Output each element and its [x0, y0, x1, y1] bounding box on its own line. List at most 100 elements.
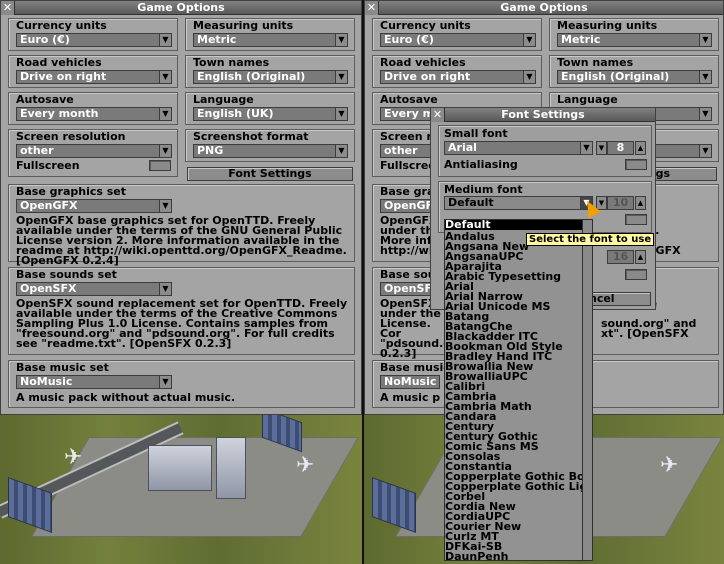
chevron-down-icon: ▼ — [335, 71, 347, 83]
cancel-button[interactable]: ncel — [585, 292, 651, 306]
fullscreen-toggle[interactable] — [149, 160, 171, 171]
small-font-panel: Small font Arial ▼ ▼ 8 ▲ Antialiasing — [438, 125, 652, 177]
town-dropdown[interactable]: English (Original) ▼ — [193, 70, 348, 84]
antialiasing-toggle[interactable] — [625, 159, 647, 170]
medium-antialias-toggle[interactable] — [625, 214, 647, 225]
chevron-down-icon: ▼ — [159, 145, 171, 157]
autosave-label: Autosave — [380, 93, 438, 106]
close-icon[interactable]: ✕ — [365, 1, 379, 15]
autosave-label: Autosave — [16, 93, 74, 106]
resolution-value: other — [20, 144, 54, 157]
town-label: Town names — [193, 56, 270, 69]
small-font-dropdown[interactable]: Arial ▼ — [444, 141, 593, 155]
font-dropdown-list[interactable]: Default Andalus Angsana New AngsanaUPC Apara… — [444, 219, 584, 561]
town-label: Town names — [557, 56, 634, 69]
small-size-increase[interactable]: ▲ — [635, 141, 646, 155]
resolution-label: Screen resolution — [16, 130, 126, 143]
road-panel: Road vehicles Drive on right ▼ — [372, 55, 542, 88]
list-scrollbar[interactable] — [582, 219, 593, 561]
terminal-building — [148, 445, 212, 491]
road-dropdown[interactable]: Drive on right ▼ — [16, 70, 172, 84]
town-panel: Town names English (Original) ▼ — [185, 55, 355, 88]
large-antialias-toggle[interactable] — [625, 269, 647, 280]
currency-dropdown[interactable]: Euro (€) ▼ — [380, 33, 536, 47]
large-size-value[interactable]: 16 — [607, 250, 634, 264]
chevron-down-icon: ▼ — [580, 142, 592, 154]
screenshot-label: Screenshot format — [193, 130, 309, 143]
autosave-panel: Autosave Every month ▼ — [8, 92, 178, 125]
large-size-increase[interactable]: ▲ — [635, 250, 646, 264]
font-list-item[interactable]: Default — [445, 220, 583, 230]
airplane-icon: ✈ — [64, 445, 83, 470]
measuring-panel: Measuring units Metric ▼ — [549, 18, 719, 51]
window-title[interactable]: Font Settings — [431, 108, 655, 122]
graphics-value: OpenGFX — [20, 199, 78, 212]
chevron-down-icon: ▼ — [523, 71, 535, 83]
music-description: A music pack without actual music. — [16, 391, 236, 404]
airplane-icon: ✈ — [660, 453, 679, 478]
sounds-panel: Base sounds set OpenSFX ▼ OpenSFX sound r… — [8, 267, 355, 355]
currency-panel: Currency units Euro (€) ▼ — [8, 18, 178, 51]
chevron-down-icon: ▼ — [159, 71, 171, 83]
font-settings-button[interactable]: Font Settings — [187, 167, 353, 181]
graphics-label: Base graphics set — [16, 185, 127, 198]
antialiasing-label: Antialiasing — [444, 158, 518, 171]
resolution-panel: Screen resolution other ▼ Fullscreen — [8, 129, 178, 177]
town-panel: Town names English (Original) ▼ — [549, 55, 719, 88]
window-title[interactable]: Game Options — [365, 1, 723, 15]
music-description: A music p — [380, 391, 441, 404]
measuring-dropdown[interactable]: Metric ▼ — [193, 33, 348, 47]
medium-size-value[interactable]: 10 — [607, 196, 634, 210]
screenshot-dropdown[interactable]: PNG ▼ — [193, 144, 348, 158]
close-icon[interactable]: ✕ — [431, 108, 445, 122]
language-value: English (UK) — [197, 107, 274, 120]
small-size-decrease[interactable]: ▼ — [596, 141, 607, 155]
measuring-dropdown[interactable]: Metric ▼ — [557, 33, 712, 47]
measuring-value: Metric — [561, 33, 601, 46]
chevron-down-icon: ▼ — [335, 108, 347, 120]
music-dropdown[interactable]: NoMusic ▼ — [16, 375, 172, 389]
currency-dropdown[interactable]: Euro (€) ▼ — [16, 33, 172, 47]
language-label: Language — [193, 93, 254, 106]
airport-scene-left: ✈ ✈ — [0, 407, 362, 564]
chevron-down-icon: ▼ — [159, 34, 171, 46]
chevron-down-icon: ▼ — [335, 145, 347, 157]
chevron-down-icon: ▼ — [523, 34, 535, 46]
measuring-label: Measuring units — [193, 19, 294, 32]
chevron-down-icon: ▼ — [159, 200, 171, 212]
airplane-icon: ✈ — [296, 453, 315, 478]
resolution-value: other — [384, 144, 418, 157]
graphics-dropdown[interactable]: OpenGFX ▼ — [16, 199, 172, 213]
currency-value: Euro (€) — [384, 33, 434, 46]
tooltip: Select the font to use — [526, 233, 655, 246]
autosave-dropdown[interactable]: Every month ▼ — [16, 107, 172, 121]
small-size-value[interactable]: 8 — [607, 141, 634, 155]
chevron-down-icon: ▼ — [699, 145, 711, 157]
town-dropdown[interactable]: English (Original) ▼ — [557, 70, 712, 84]
resolution-dropdown[interactable]: other ▼ — [16, 144, 172, 158]
font-list-item[interactable]: DaunPenh — [445, 551, 583, 560]
game-options-window: Game Options ✕ Currency units Euro (€) ▼ … — [0, 0, 362, 415]
chevron-down-icon: ▼ — [159, 108, 171, 120]
language-dropdown[interactable]: English (UK) ▼ — [193, 107, 348, 121]
sounds-dropdown[interactable]: OpenSFX ▼ — [16, 282, 172, 296]
music-dropdown[interactable]: NoMusic — [380, 375, 440, 389]
small-font-label: Small font — [444, 127, 508, 140]
medium-size-increase[interactable]: ▲ — [635, 196, 646, 210]
close-icon[interactable]: ✕ — [1, 1, 15, 15]
window-title[interactable]: Game Options — [1, 1, 361, 15]
hangar — [372, 476, 416, 534]
chevron-down-icon: ▼ — [335, 34, 347, 46]
music-label: Base music set — [16, 361, 109, 374]
town-value: English (Original) — [561, 70, 670, 83]
screenshot-panel: Screenshot format PNG ▼ — [185, 129, 355, 162]
chevron-down-icon: ▼ — [699, 34, 711, 46]
control-tower — [216, 437, 246, 499]
medium-font-dropdown[interactable]: Default ▼ — [444, 196, 593, 210]
road-dropdown[interactable]: Drive on right ▼ — [380, 70, 536, 84]
medium-font-label: Medium font — [444, 183, 523, 196]
autosave-value: Every month — [20, 107, 99, 120]
graphics-panel: Base graphics set OpenGFX ▼ OpenGFX base … — [8, 184, 355, 266]
screenshot-value: PNG — [197, 144, 224, 157]
music-value: NoMusic — [20, 375, 73, 388]
